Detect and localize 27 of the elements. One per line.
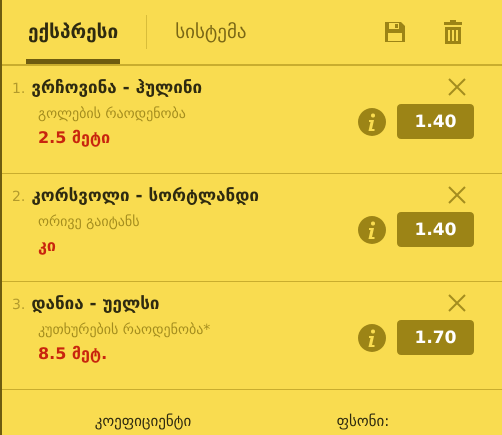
odds-label: კოეფიციენტი	[94, 412, 192, 430]
market-name: ორივე გაიტანს	[38, 214, 141, 230]
market-name: გოლების რაოდენობა	[38, 106, 187, 122]
odds-button[interactable]: 1.40	[397, 104, 474, 139]
match-title: კორსვოლი - სორტლანდი	[31, 186, 259, 206]
match-title: დანია - უელსი	[31, 294, 160, 314]
close-icon[interactable]	[448, 78, 466, 96]
stake-label: ფსონი:	[336, 412, 390, 430]
market-name: კუთხურების რაოდენობა*	[38, 322, 212, 338]
selection-text: 2.5 მეტი	[38, 128, 112, 147]
info-icon[interactable]	[358, 216, 386, 244]
info-icon[interactable]	[358, 324, 386, 352]
bet-number: 1.	[12, 81, 26, 97]
tab[interactable]: ექსპრესი	[26, 0, 120, 64]
odds-button[interactable]: 1.40	[397, 212, 474, 247]
bet-number: 3.	[12, 297, 26, 313]
bet-number: 2.	[12, 189, 26, 205]
selection-text: კი	[38, 236, 57, 255]
trash-icon[interactable]	[444, 20, 462, 44]
close-icon[interactable]	[448, 186, 466, 204]
tab[interactable]: სისტემა	[173, 0, 249, 64]
info-icon[interactable]	[358, 108, 386, 136]
match-title: ვრჩოვინა - ჰულინი	[31, 78, 202, 98]
odds-button[interactable]: 1.70	[397, 320, 474, 355]
close-icon[interactable]	[448, 294, 466, 312]
save-icon[interactable]	[384, 21, 406, 43]
selection-text: 8.5 მეტ.	[38, 344, 108, 363]
